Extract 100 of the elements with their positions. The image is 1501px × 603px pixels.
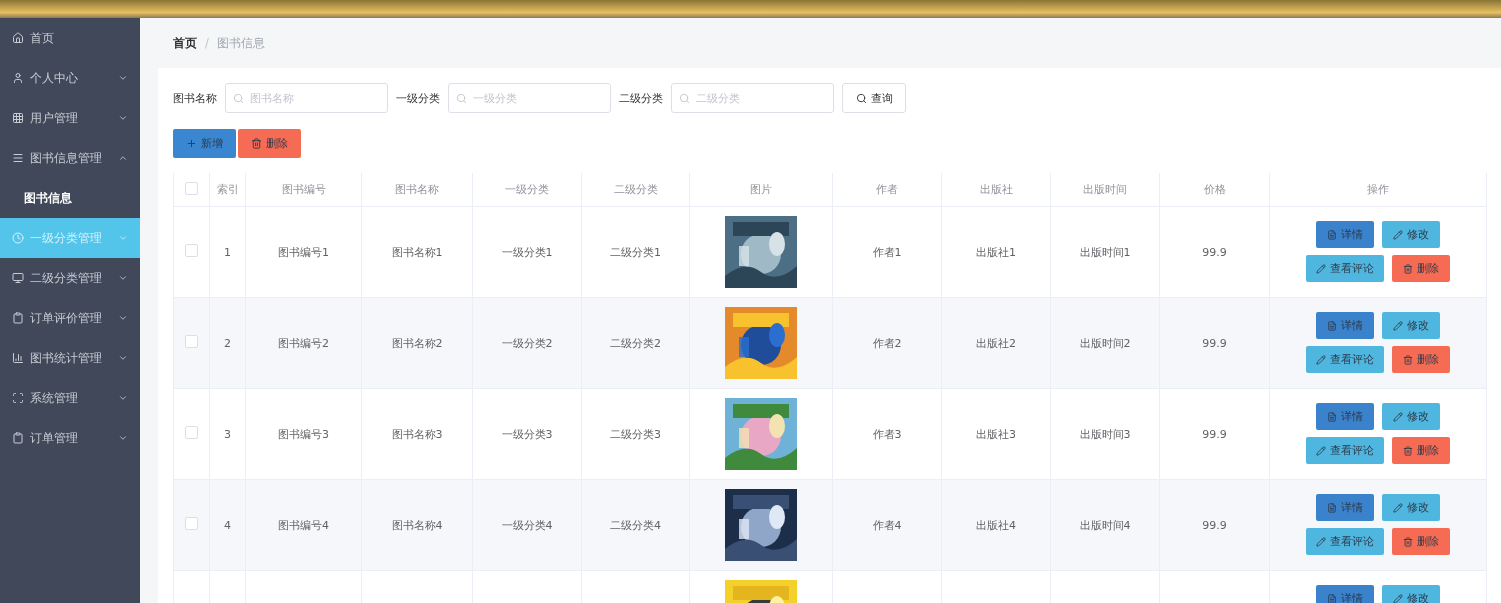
row-checkbox[interactable]: [185, 335, 198, 348]
table-cell: 99.9: [1202, 245, 1227, 259]
table-cell: 图书编号4: [278, 518, 329, 532]
edit-button[interactable]: 修改: [1382, 403, 1440, 430]
table-cell: 出版社3: [976, 427, 1016, 441]
pencil-icon: [1393, 502, 1403, 513]
table-cell: 4: [224, 518, 231, 532]
chevron-down-icon: [118, 393, 128, 403]
table-cell: 图书编号3: [278, 427, 329, 441]
menu-item-icon: [12, 72, 24, 84]
table-cell: 图书名称3: [391, 427, 443, 441]
add-button[interactable]: 新增: [173, 129, 236, 158]
search-icon: [855, 92, 867, 104]
edit-button[interactable]: 修改: [1382, 494, 1440, 521]
column-header: 出版时间: [1050, 173, 1160, 207]
sidebar-item[interactable]: 订单管理: [0, 418, 140, 458]
pencil-icon: [1316, 354, 1326, 365]
table-cell: 2: [224, 336, 231, 350]
row-checkbox[interactable]: [185, 517, 198, 530]
sidebar-item[interactable]: 二级分类管理: [0, 258, 140, 298]
table-cell: 出版时间4: [1079, 518, 1131, 532]
column-header: 作者: [832, 173, 942, 207]
breadcrumb-separator: /: [205, 36, 209, 50]
view-comments-button[interactable]: 查看评论: [1306, 437, 1384, 464]
table-cell: 二级分类2: [610, 336, 661, 350]
menu-item-icon: [12, 152, 24, 164]
menu-item-icon: [12, 32, 24, 44]
sidebar-item[interactable]: 图书信息: [0, 178, 140, 218]
sidebar-item[interactable]: 用户管理: [0, 98, 140, 138]
chevron-down-icon: [118, 73, 128, 83]
table-cell: 作者1: [872, 245, 902, 259]
column-header: 价格: [1159, 173, 1270, 207]
sidebar-item[interactable]: 个人中心: [0, 58, 140, 98]
table-cell: 二级分类3: [610, 427, 661, 441]
column-header: 二级分类: [581, 173, 690, 207]
trash-icon: [1403, 536, 1413, 547]
details-button[interactable]: 详情: [1316, 585, 1374, 603]
edit-button[interactable]: 修改: [1382, 221, 1440, 248]
table-cell: 作者4: [872, 518, 902, 532]
delete-button[interactable]: 删除: [238, 129, 301, 158]
filter-label: 图书名称: [173, 90, 217, 106]
table-cell: 图书名称2: [391, 336, 443, 350]
details-button[interactable]: 详情: [1316, 403, 1374, 430]
details-button[interactable]: 详情: [1316, 312, 1374, 339]
search-button[interactable]: 查询: [842, 83, 906, 113]
document-icon: [1327, 229, 1337, 240]
details-button[interactable]: 详情: [1316, 494, 1374, 521]
table-cell: 图书名称4: [391, 518, 443, 532]
delete-button[interactable]: 删除: [1392, 346, 1450, 373]
pencil-icon: [1393, 593, 1403, 603]
table-cell: 出版时间3: [1079, 427, 1131, 441]
table-cell: 出版社4: [976, 518, 1016, 532]
chevron-up-icon: [118, 153, 128, 163]
pencil-icon: [1393, 229, 1403, 240]
table-cell: 99.9: [1202, 427, 1227, 441]
sidebar-item[interactable]: 订单评价管理: [0, 298, 140, 338]
table-cell: 出版时间2: [1079, 336, 1131, 350]
view-comments-button[interactable]: 查看评论: [1306, 528, 1384, 555]
edit-button[interactable]: 修改: [1382, 585, 1440, 603]
pencil-icon: [1316, 445, 1326, 456]
chevron-down-icon: [118, 433, 128, 443]
table-cell: 出版社1: [976, 245, 1016, 259]
pencil-icon: [1316, 263, 1326, 274]
table-cell: 二级分类1: [610, 245, 661, 259]
row-checkbox[interactable]: [185, 244, 198, 257]
chevron-down-icon: [118, 273, 128, 283]
search-icon: [233, 93, 244, 104]
edit-button[interactable]: 修改: [1382, 312, 1440, 339]
row-checkbox[interactable]: [185, 426, 198, 439]
delete-button[interactable]: 删除: [1392, 437, 1450, 464]
delete-button[interactable]: 删除: [1392, 255, 1450, 282]
delete-button[interactable]: 删除: [1392, 528, 1450, 555]
search-field[interactable]: 图书名称: [225, 83, 388, 113]
plus-icon: [186, 138, 197, 149]
chevron-down-icon: [118, 353, 128, 363]
view-comments-button[interactable]: 查看评论: [1306, 346, 1384, 373]
select-all-checkbox[interactable]: [185, 181, 198, 195]
trash-icon: [1403, 263, 1413, 274]
details-button[interactable]: 详情: [1316, 221, 1374, 248]
sidebar-item[interactable]: 首页: [0, 18, 140, 58]
table-cell: 1: [224, 245, 231, 259]
column-header: 出版社: [941, 173, 1051, 207]
search-icon: [456, 93, 467, 104]
table-cell: 一级分类2: [501, 336, 553, 350]
chevron-down-icon: [118, 313, 128, 323]
table-cell: 图书编号1: [278, 245, 329, 259]
table-cell: 图书编号2: [278, 336, 329, 350]
menu-item-icon: [12, 232, 24, 244]
column-header: 图书编号: [245, 173, 362, 207]
filter-label: 一级分类: [396, 90, 440, 106]
sidebar-item[interactable]: 图书信息管理: [0, 138, 140, 178]
document-icon: [1327, 593, 1337, 603]
breadcrumb-link[interactable]: 首页: [173, 35, 197, 51]
view-comments-button[interactable]: 查看评论: [1306, 255, 1384, 282]
sidebar-item[interactable]: 系统管理: [0, 378, 140, 418]
chevron-down-icon: [118, 233, 128, 243]
table-cell: 作者2: [872, 336, 902, 350]
column-header: 图书名称: [361, 173, 473, 207]
menu-item-icon: [12, 352, 24, 364]
sidebar-item[interactable]: 图书统计管理: [0, 338, 140, 378]
